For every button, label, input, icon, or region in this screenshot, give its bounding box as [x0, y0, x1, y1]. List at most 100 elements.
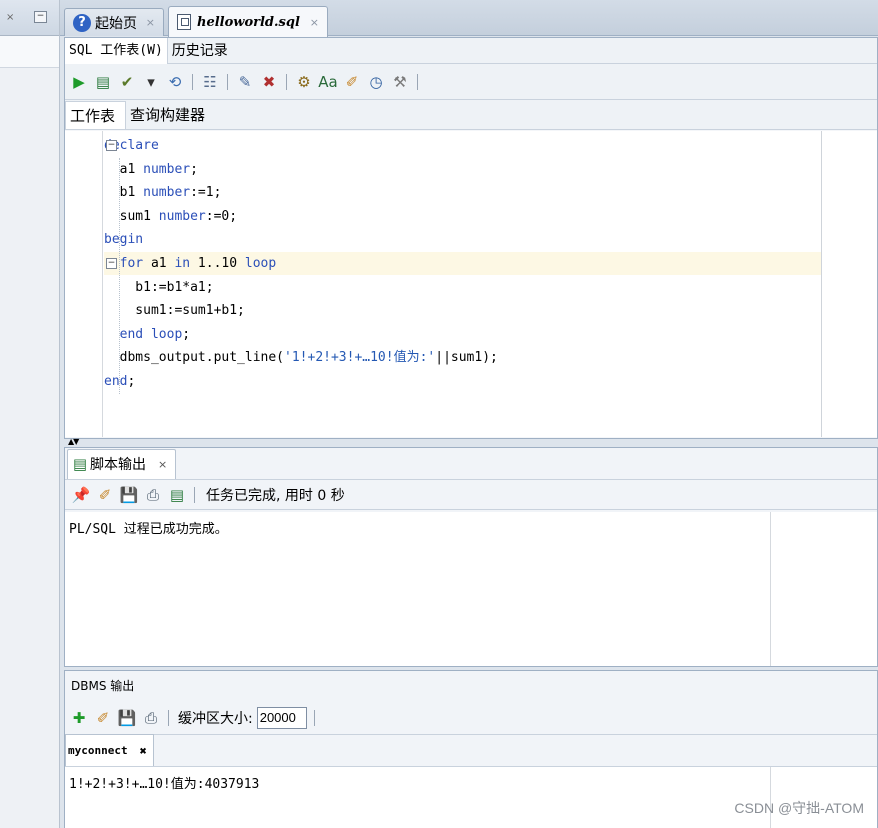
code-keyword: for [119, 256, 144, 271]
code-keyword: end [104, 374, 128, 389]
tab-worksheet[interactable]: 工作表 [65, 101, 127, 129]
code-text: ; [182, 326, 191, 342]
tab-label: helloworld.sql [197, 14, 300, 30]
commit-icon[interactable]: ✔ [117, 72, 137, 92]
code-text: b1:=b1*a1; [104, 279, 214, 295]
tab-label: 起始页 [95, 15, 137, 32]
run-statement-icon[interactable]: ▶ [69, 72, 89, 92]
toolbar-separator [192, 73, 193, 90]
script-icon[interactable]: ▤ [167, 485, 187, 505]
script-output-text: PL/SQL 过程已成功完成。 [69, 522, 228, 537]
toolbar-separator [286, 73, 287, 90]
main-area: ? 起始页 × helloworld.sql × SQL 工作表(W) 历史记录… [60, 0, 878, 828]
tab-label: myconnect [68, 744, 128, 757]
code-fold-toggle-icon[interactable]: − [106, 140, 117, 151]
script-output-tabbar: ▤ 脚本输出 × [65, 448, 877, 480]
close-icon[interactable]: ✖ [140, 744, 147, 758]
format-icon[interactable]: Aa [318, 72, 338, 92]
worksheet-mode-tabs: 工作表 查询构建器 [65, 100, 877, 130]
connection-tab-bar: myconnect ✖ [65, 734, 877, 767]
save-icon[interactable]: 💾 [117, 708, 137, 728]
buffer-size-label: 缓冲区大小: [178, 710, 253, 727]
indent-guide [119, 157, 120, 394]
clear-icon[interactable]: ✖ [259, 72, 279, 92]
code-line[interactable]: sum1 number:=0; [104, 205, 237, 228]
buffer-size-input[interactable] [256, 706, 307, 729]
dropdown-arrow-icon[interactable]: ▾ [141, 72, 161, 92]
code-line[interactable]: dbms_output.put_line('1!+2!+3!+…10!值为:'|… [104, 346, 498, 369]
tab-query-builder[interactable]: 查询构建器 [126, 101, 215, 129]
code-text: :=0; [205, 208, 238, 224]
toolbar-separator [168, 709, 169, 726]
code-text: ; [190, 161, 198, 177]
left-pane-close-icon[interactable]: × [6, 12, 14, 23]
print-icon[interactable]: ⎙ [143, 485, 163, 505]
tab-myconnect[interactable]: myconnect ✖ [65, 734, 154, 766]
tab-history[interactable]: 历史记录 [168, 38, 232, 64]
watermark-text: CSDN @守拙-ATOM [734, 800, 864, 816]
worksheet-subtabs: SQL 工作表(W) 历史记录 [65, 37, 877, 64]
code-line[interactable]: begin [104, 228, 143, 251]
tab-script-output[interactable]: ▤ 脚本输出 × [67, 448, 177, 479]
add-icon[interactable]: ✚ [69, 708, 89, 728]
database-sql-icon [177, 14, 191, 30]
code-text: :=1; [190, 185, 222, 201]
left-pane-minimize-icon[interactable]: − [34, 11, 47, 23]
code-string: '1!+2!+3!+…10!值为:' [284, 350, 436, 366]
autotrace-icon[interactable]: ✎ [235, 72, 255, 92]
rollback-icon[interactable]: ⟲ [165, 72, 185, 92]
dbms-output-text: 1!+2!+3!+…10!值为:4037913 [69, 777, 260, 792]
code-keyword: in [174, 256, 191, 271]
code-fold-toggle-icon[interactable]: − [106, 258, 117, 269]
dbms-output-title: DBMS 输出 [71, 679, 135, 693]
code-line[interactable]: end loop; [104, 323, 190, 346]
worksheet-toolbar: ▶ ▤ ✔ ▾ ⟲ ☷ ✎ ✖ ⚙ Aa ✐ ◷ ⚒ [65, 64, 877, 100]
code-line[interactable]: for a1 in 1..10 loop [104, 252, 821, 275]
editor-gutter [65, 131, 103, 437]
code-text: ||sum1); [435, 350, 498, 366]
close-icon[interactable]: × [310, 16, 319, 29]
eraser-icon[interactable]: ✐ [342, 72, 362, 92]
panel-splitter[interactable]: ▲▼ [64, 437, 878, 447]
splitter-arrows-icon[interactable]: ▲▼ [68, 437, 79, 446]
toolbar-separator [417, 73, 418, 90]
sql-tuning-icon[interactable]: ⚙ [294, 72, 314, 92]
eraser-icon[interactable]: ✐ [93, 708, 113, 728]
eraser-icon[interactable]: ✐ [95, 485, 115, 505]
toolbar-separator [313, 709, 315, 726]
code-text: dbms_output.put_line( [104, 350, 285, 366]
code-text: a1 [143, 256, 175, 271]
left-navigator-pane: × − [0, 0, 60, 828]
code-text: ; [127, 374, 136, 389]
sql-worksheet-panel: SQL 工作表(W) 历史记录 ▶ ▤ ✔ ▾ ⟲ ☷ ✎ ✖ ⚙ Aa ✐ ◷ ⚒ 工作表 查询构建器… [64, 37, 878, 439]
code-keyword: number [143, 161, 191, 177]
print-icon[interactable]: ⎙ [141, 708, 161, 728]
close-icon[interactable]: × [158, 458, 167, 471]
run-script-icon[interactable]: ▤ [93, 72, 113, 92]
toolbar-separator [194, 486, 195, 503]
code-text: sum1 [104, 208, 159, 224]
tab-start-page[interactable]: ? 起始页 × [64, 8, 164, 36]
code-keyword: begin [104, 232, 144, 248]
tools-icon[interactable]: ⚒ [390, 72, 410, 92]
explain-plan-icon[interactable]: ☷ [200, 72, 220, 92]
left-pane-body [0, 36, 59, 68]
code-editor[interactable]: declare a1 number; b1 number:=1; sum1 nu… [65, 131, 877, 437]
pin-icon[interactable]: 📌 [71, 485, 91, 505]
code-text: a1 [104, 161, 144, 177]
code-line[interactable]: sum1:=sum1+b1; [104, 299, 245, 322]
tab-helloworld-sql[interactable]: helloworld.sql × [168, 6, 328, 37]
code-keyword: loop [244, 256, 277, 271]
save-icon[interactable]: 💾 [119, 485, 139, 505]
toolbar-separator [227, 73, 228, 90]
code-line[interactable]: b1:=b1*a1; [104, 276, 214, 299]
help-icon: ? [73, 13, 91, 32]
code-text: sum1:=sum1+b1; [104, 303, 245, 319]
script-output-text-area[interactable]: PL/SQL 过程已成功完成。 [65, 512, 877, 666]
code-line[interactable]: b1 number:=1; [104, 181, 222, 204]
close-icon[interactable]: × [146, 16, 155, 29]
history-icon[interactable]: ◷ [366, 72, 386, 92]
tab-sql-worksheet[interactable]: SQL 工作表(W) [65, 37, 168, 64]
script-output-toolbar: 📌 ✐ 💾 ⎙ ▤ 任务已完成, 用时 0 秒 [65, 480, 877, 510]
